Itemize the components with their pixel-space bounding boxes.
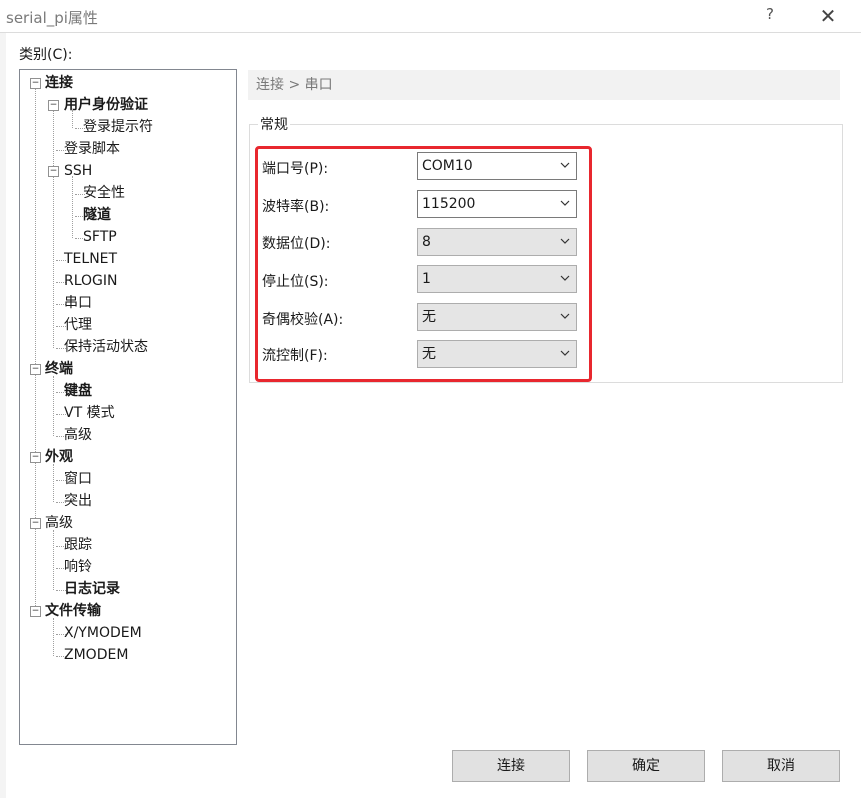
tree-item-user-auth[interactable]: 用户身份验证	[64, 95, 148, 115]
flow-control-select[interactable]: 无	[417, 340, 577, 368]
tree-item-proxy[interactable]: 代理	[64, 315, 92, 335]
tree-item-ssh[interactable]: SSH	[64, 161, 92, 181]
data-bits-select[interactable]: 8	[417, 228, 577, 256]
tree-item-advanced[interactable]: 高级	[45, 513, 73, 533]
stop-bits-value: 1	[422, 271, 431, 287]
tree-item-rlogin[interactable]: RLOGIN	[64, 271, 118, 291]
collapse-icon[interactable]: −	[30, 364, 41, 375]
stop-bits-label: 停止位(S):	[262, 274, 329, 290]
flow-control-value: 无	[422, 346, 436, 362]
tree-item-xymodem[interactable]: X/YMODEM	[64, 623, 142, 643]
tree-item-highlight[interactable]: 突出	[64, 491, 92, 511]
tree-item-security[interactable]: 安全性	[83, 183, 125, 203]
breadcrumb: 连接 > 串口	[248, 70, 840, 100]
flow-control-label: 流控制(F):	[262, 348, 328, 364]
chevron-down-icon	[560, 275, 570, 281]
tree-item-bell[interactable]: 响铃	[64, 557, 92, 577]
tree-item-vt-mode[interactable]: VT 模式	[64, 403, 115, 423]
tree-item-trace[interactable]: 跟踪	[64, 535, 92, 555]
tree-item-appearance[interactable]: 外观	[45, 447, 73, 467]
collapse-icon[interactable]: −	[30, 78, 41, 89]
close-button[interactable]: ✕	[813, 4, 843, 28]
tree-item-login-script[interactable]: 登录脚本	[64, 139, 120, 159]
collapse-icon[interactable]: −	[30, 518, 41, 529]
tree-item-keyboard[interactable]: 键盘	[64, 381, 92, 401]
cancel-button[interactable]: 取消	[722, 750, 840, 782]
parity-label: 奇偶校验(A):	[262, 312, 344, 328]
tree-line	[72, 176, 73, 238]
tree-item-login-prompt[interactable]: 登录提示符	[83, 117, 153, 137]
tree-item-terminal-advanced[interactable]: 高级	[64, 425, 92, 445]
tree-line	[53, 376, 54, 436]
data-bits-label: 数据位(D):	[262, 236, 331, 252]
help-button[interactable]: ?	[755, 5, 785, 27]
baud-rate-select[interactable]: 115200	[417, 190, 577, 218]
chevron-down-icon	[560, 350, 570, 356]
port-value: COM10	[422, 158, 473, 174]
tree-line	[35, 88, 36, 610]
stop-bits-select[interactable]: 1	[417, 265, 577, 293]
collapse-icon[interactable]: −	[30, 452, 41, 463]
tree-item-zmodem[interactable]: ZMODEM	[64, 645, 128, 665]
collapse-icon[interactable]: −	[30, 606, 41, 617]
chevron-down-icon	[560, 200, 570, 206]
tree-line	[53, 110, 54, 348]
chevron-down-icon	[560, 162, 570, 168]
tree-line	[53, 530, 54, 590]
baud-rate-label: 波特率(B):	[262, 199, 330, 215]
chevron-down-icon	[560, 313, 570, 319]
tree-item-terminal[interactable]: 终端	[45, 359, 73, 379]
ok-button[interactable]: 确定	[587, 750, 705, 782]
category-label: 类别(C):	[19, 47, 73, 63]
background-window-edge	[0, 32, 6, 798]
port-select[interactable]: COM10	[417, 152, 577, 180]
parity-value: 无	[422, 309, 436, 325]
category-tree[interactable]: − − − − − − − 连接 用户身份验证 登录提示符 登录脚本 SSH 安…	[19, 69, 237, 745]
data-bits-value: 8	[422, 234, 431, 250]
tree-item-window[interactable]: 窗口	[64, 469, 92, 489]
tree-line	[53, 618, 54, 656]
tree-item-file-transfer[interactable]: 文件传输	[45, 601, 101, 621]
port-label: 端口号(P):	[262, 161, 329, 177]
connect-button[interactable]: 连接	[452, 750, 570, 782]
section-title: 常规	[258, 114, 290, 134]
tree-line	[53, 464, 54, 502]
tree-item-tunnel[interactable]: 隧道	[83, 205, 111, 225]
tree-item-keepalive[interactable]: 保持活动状态	[64, 337, 148, 357]
tree-item-serial[interactable]: 串口	[64, 293, 92, 313]
parity-select[interactable]: 无	[417, 303, 577, 331]
tree-item-sftp[interactable]: SFTP	[83, 227, 117, 247]
chevron-down-icon	[560, 238, 570, 244]
tree-item-telnet[interactable]: TELNET	[64, 249, 117, 269]
title-bar: serial_pi属性 ? ✕	[0, 0, 861, 33]
tree-item-logging[interactable]: 日志记录	[64, 579, 120, 599]
tree-item-connection[interactable]: 连接	[45, 73, 73, 93]
collapse-icon[interactable]: −	[48, 100, 59, 111]
collapse-icon[interactable]: −	[48, 166, 59, 177]
baud-rate-value: 115200	[422, 196, 476, 212]
window-title: serial_pi属性	[6, 9, 98, 27]
